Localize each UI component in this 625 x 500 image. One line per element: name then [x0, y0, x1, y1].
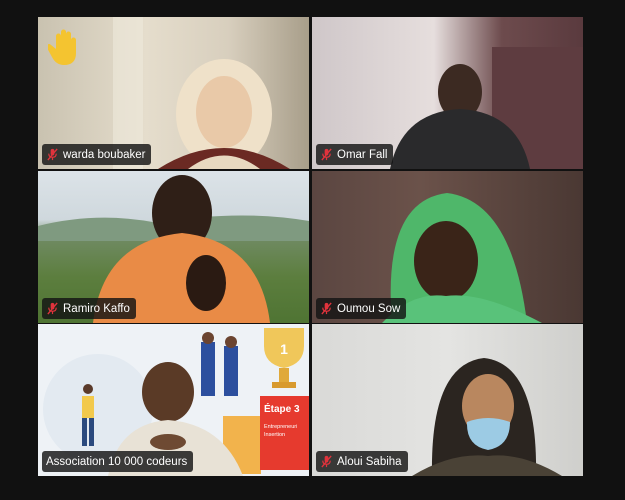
participant-name: Oumou Sow — [337, 302, 401, 315]
participant-name-tag: Ramiro Kaffo — [42, 298, 136, 319]
participant-tile-oumou-sow[interactable]: Oumou Sow — [312, 171, 583, 323]
participant-name-tag: Omar Fall — [316, 144, 394, 165]
mic-muted-icon — [321, 302, 332, 315]
step-item: Insertion — [264, 432, 285, 438]
gallery-grid: warda boubaker Omar Fall Ramiro Kaffo Ou… — [0, 0, 625, 500]
participant-tile-omar-fall[interactable]: Omar Fall — [312, 17, 583, 169]
participant-name-tag: Association 10 000 codeurs — [42, 451, 194, 472]
participant-name: Ramiro Kaffo — [63, 302, 130, 315]
participant-tile-association-10000-codeurs[interactable]: 1 Étape 3 Entrepreneuri Insertion Associ… — [38, 324, 309, 476]
trophy-number: 1 — [280, 341, 288, 357]
mic-muted-icon — [47, 302, 58, 315]
step-title: Étape 3 — [264, 402, 300, 415]
participant-name-tag: Aloui Sabiha — [316, 451, 408, 472]
participant-tile-ramiro-kaffo[interactable]: Ramiro Kaffo — [38, 171, 309, 323]
mic-muted-icon — [321, 148, 332, 161]
participant-tile-aloui-sabiha[interactable]: Aloui Sabiha — [312, 324, 583, 476]
step-item: Entrepreneuri — [264, 424, 297, 430]
participant-name: Omar Fall — [337, 148, 388, 161]
participant-name-tag: warda boubaker — [42, 144, 152, 165]
raise-hand-icon — [48, 29, 76, 65]
participant-name: warda boubaker — [63, 148, 146, 161]
participant-name: Association 10 000 codeurs — [46, 455, 188, 468]
participant-name-tag: Oumou Sow — [316, 298, 407, 319]
participant-name: Aloui Sabiha — [337, 455, 402, 468]
participant-tile-warda-boubaker[interactable]: warda boubaker — [38, 17, 309, 169]
mic-muted-icon — [321, 455, 332, 468]
mic-muted-icon — [47, 148, 58, 161]
